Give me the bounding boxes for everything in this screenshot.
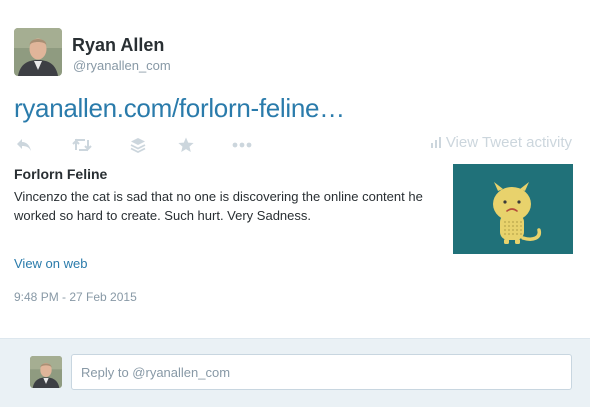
more-icon[interactable]	[230, 136, 254, 154]
stack-icon[interactable]	[128, 136, 148, 154]
display-name[interactable]: Ryan Allen	[72, 35, 164, 56]
user-handle[interactable]: @ryanallen_com	[73, 58, 171, 73]
view-on-web-link[interactable]: View on web	[14, 256, 87, 271]
tweet-link[interactable]: ryanallen.com/forlorn-feline…	[14, 93, 345, 124]
card-title[interactable]: Forlorn Feline	[14, 166, 107, 182]
favorite-icon[interactable]	[176, 136, 196, 154]
tweet-actions: View Tweet activity	[14, 134, 574, 154]
reply-icon[interactable]	[14, 136, 34, 154]
activity-bars-icon	[430, 137, 441, 148]
reply-avatar	[30, 356, 62, 388]
view-tweet-activity-link[interactable]: View Tweet activity	[430, 134, 572, 151]
tweet-timestamp[interactable]: 9:48 PM - 27 Feb 2015	[14, 290, 137, 304]
tweet: Ryan Allen @ryanallen_com ryanallen.com/…	[0, 0, 590, 338]
view-tweet-activity-label: View Tweet activity	[445, 134, 572, 151]
reply-bar	[0, 338, 590, 407]
card-image[interactable]	[453, 164, 573, 254]
reply-input[interactable]	[71, 354, 572, 390]
retweet-icon[interactable]	[70, 136, 94, 154]
avatar[interactable]	[14, 28, 62, 76]
card-description: Vincenzo the cat is sad that no one is d…	[14, 189, 423, 223]
